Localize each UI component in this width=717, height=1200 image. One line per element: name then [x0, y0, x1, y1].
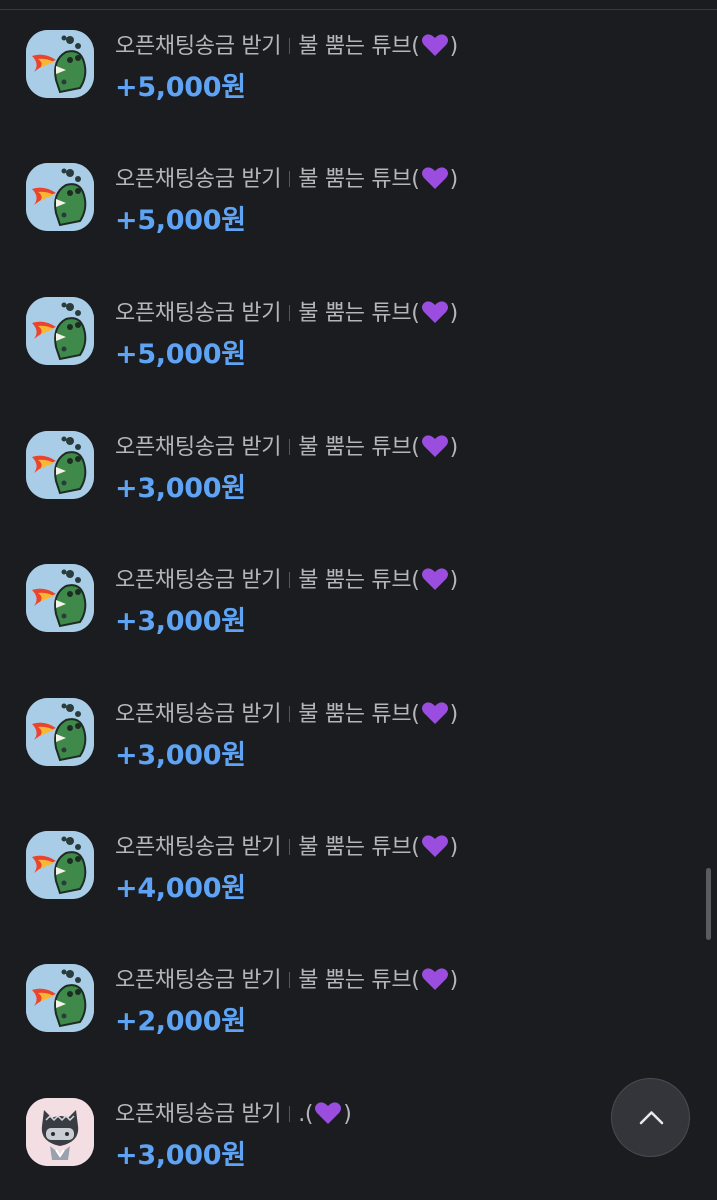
- transaction-row[interactable]: 오픈채팅송금 받기 불 뿜는 튜브() +2,000원: [0, 964, 717, 1074]
- chevron-up-icon: [639, 1111, 664, 1125]
- sender-name: 불 뿜는 튜브(: [298, 435, 420, 460]
- cat-character-avatar-icon: [26, 1098, 94, 1166]
- transaction-type-label: 오픈채팅송금 받기: [115, 568, 282, 593]
- tube-fire-breathing-avatar-icon: [26, 163, 94, 231]
- separator: [289, 572, 291, 588]
- scrollbar-thumb[interactable]: [706, 868, 711, 940]
- purple-heart-icon: [421, 566, 449, 592]
- transaction-description: 오픈채팅송금 받기 불 뿜는 튜브(): [115, 161, 458, 193]
- tube-fire-breathing-avatar-icon: [26, 698, 94, 766]
- separator: [289, 706, 291, 722]
- sender-name-tail: ): [449, 968, 459, 993]
- tube-fire-breathing-avatar-icon: [26, 831, 94, 899]
- sender-name-tail: ): [449, 34, 459, 59]
- separator: [289, 972, 291, 988]
- purple-heart-icon: [421, 700, 449, 726]
- transaction-amount: +5,000원: [115, 339, 246, 370]
- separator: [289, 38, 291, 54]
- scroll-to-top-button[interactable]: [611, 1078, 690, 1157]
- transaction-type-label: 오픈채팅송금 받기: [115, 1102, 282, 1127]
- transaction-type-label: 오픈채팅송금 받기: [115, 835, 282, 860]
- top-divider: [0, 9, 717, 10]
- sender-name: 불 뿜는 튜브(: [298, 34, 420, 59]
- sender-name-tail: ): [449, 702, 459, 727]
- tube-fire-breathing-avatar-icon: [26, 431, 94, 499]
- purple-heart-icon: [314, 1100, 342, 1126]
- transaction-amount: +4,000원: [115, 873, 246, 904]
- tube-fire-breathing-avatar-icon: [26, 297, 94, 365]
- separator: [289, 1106, 291, 1122]
- tube-fire-breathing-avatar-icon: [26, 30, 94, 98]
- transaction-description: 오픈채팅송금 받기 불 뿜는 튜브(): [115, 962, 458, 994]
- sender-name: .(: [298, 1102, 314, 1127]
- transaction-type-label: 오픈채팅송금 받기: [115, 435, 282, 460]
- purple-heart-icon: [421, 165, 449, 191]
- transaction-description: 오픈채팅송금 받기 불 뿜는 튜브(): [115, 429, 458, 461]
- transaction-row[interactable]: 오픈채팅송금 받기 불 뿜는 튜브() +5,000원: [0, 297, 717, 407]
- separator: [289, 171, 291, 187]
- transaction-amount: +2,000원: [115, 1006, 246, 1037]
- transaction-description: 오픈채팅송금 받기 불 뿜는 튜브(): [115, 829, 458, 861]
- sender-name-tail: ): [343, 1102, 352, 1127]
- transaction-amount: +5,000원: [115, 205, 246, 236]
- transaction-description: 오픈채팅송금 받기 불 뿜는 튜브(): [115, 562, 458, 594]
- transaction-row[interactable]: 오픈채팅송금 받기 .() +3,000원: [0, 1098, 717, 1200]
- purple-heart-icon: [421, 966, 449, 992]
- transaction-amount: +3,000원: [115, 740, 246, 771]
- purple-heart-icon: [421, 32, 449, 58]
- purple-heart-icon: [421, 299, 449, 325]
- tube-fire-breathing-avatar-icon: [26, 964, 94, 1032]
- sender-name: 불 뿜는 튜브(: [298, 835, 420, 860]
- separator: [289, 305, 291, 321]
- sender-name-tail: ): [449, 835, 459, 860]
- purple-heart-icon: [421, 833, 449, 859]
- sender-name: 불 뿜는 튜브(: [298, 301, 420, 326]
- transaction-description: 오픈채팅송금 받기 불 뿜는 튜브(): [115, 28, 458, 60]
- tube-fire-breathing-avatar-icon: [26, 564, 94, 632]
- transaction-amount: +5,000원: [115, 72, 246, 103]
- sender-name-tail: ): [449, 167, 459, 192]
- purple-heart-icon: [421, 433, 449, 459]
- sender-name-tail: ): [449, 435, 459, 460]
- sender-name: 불 뿜는 튜브(: [298, 702, 420, 727]
- sender-name: 불 뿜는 튜브(: [298, 968, 420, 993]
- transaction-row[interactable]: 오픈채팅송금 받기 불 뿜는 튜브() +5,000원: [0, 30, 717, 140]
- sender-name-tail: ): [449, 301, 459, 326]
- transaction-type-label: 오픈채팅송금 받기: [115, 301, 282, 326]
- transaction-description: 오픈채팅송금 받기 .(): [115, 1096, 352, 1128]
- sender-name-tail: ): [449, 568, 459, 593]
- transaction-description: 오픈채팅송금 받기 불 뿜는 튜브(): [115, 696, 458, 728]
- transaction-amount: +3,000원: [115, 473, 246, 504]
- separator: [289, 439, 291, 455]
- transaction-type-label: 오픈채팅송금 받기: [115, 702, 282, 727]
- transaction-row[interactable]: 오픈채팅송금 받기 불 뿜는 튜브() +5,000원: [0, 163, 717, 273]
- transaction-description: 오픈채팅송금 받기 불 뿜는 튜브(): [115, 295, 458, 327]
- sender-name: 불 뿜는 튜브(: [298, 167, 420, 192]
- transaction-history-screen: 오픈채팅송금 받기 불 뿜는 튜브() +5,000원 오픈채팅송금 받기 불 뿜는…: [0, 0, 717, 1200]
- transaction-row[interactable]: 오픈채팅송금 받기 불 뿜는 튜브() +3,000원: [0, 698, 717, 808]
- separator: [289, 839, 291, 855]
- sender-name: 불 뿜는 튜브(: [298, 568, 420, 593]
- transaction-type-label: 오픈채팅송금 받기: [115, 968, 282, 993]
- transaction-amount: +3,000원: [115, 606, 246, 637]
- transaction-type-label: 오픈채팅송금 받기: [115, 167, 282, 192]
- transaction-row[interactable]: 오픈채팅송금 받기 불 뿜는 튜브() +3,000원: [0, 431, 717, 541]
- transaction-row[interactable]: 오픈채팅송금 받기 불 뿜는 튜브() +4,000원: [0, 831, 717, 941]
- transaction-row[interactable]: 오픈채팅송금 받기 불 뿜는 튜브() +3,000원: [0, 564, 717, 674]
- transaction-type-label: 오픈채팅송금 받기: [115, 34, 282, 59]
- transaction-amount: +3,000원: [115, 1140, 246, 1171]
